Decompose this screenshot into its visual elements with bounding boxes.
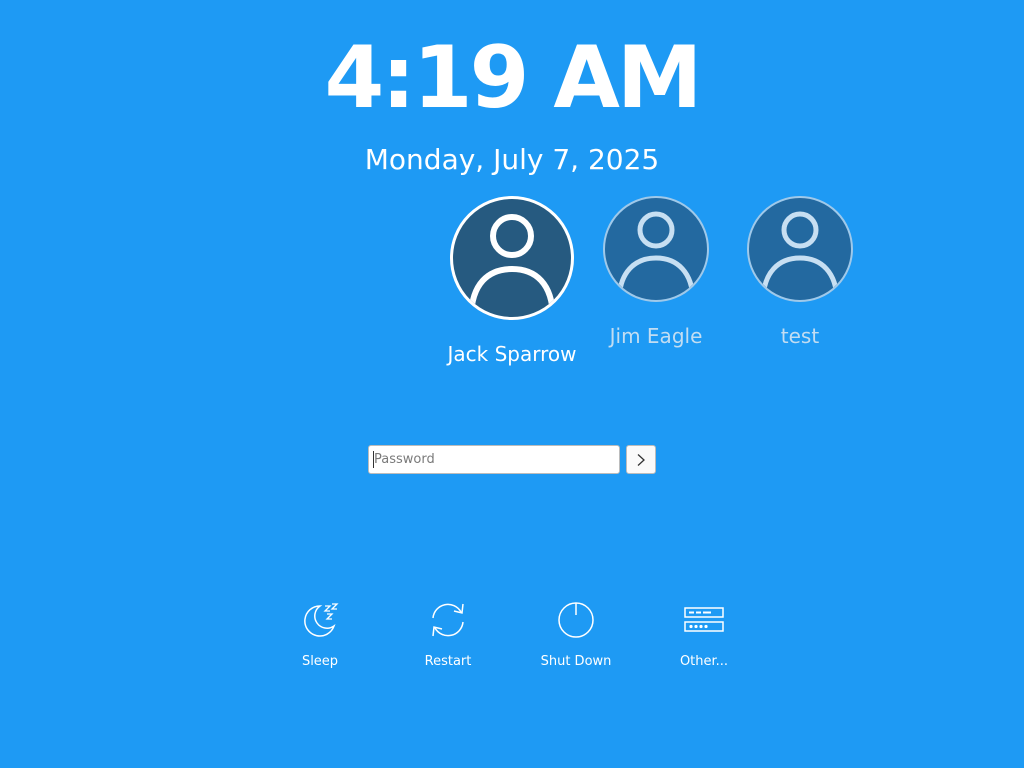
user-name: Jack Sparrow bbox=[447, 342, 577, 366]
shut-down-label: Shut Down bbox=[540, 654, 612, 669]
sleep-icon bbox=[304, 603, 339, 637]
user-test[interactable]: test bbox=[735, 196, 865, 348]
other-options-icon bbox=[684, 607, 724, 632]
clock-time: 4:19 AM bbox=[324, 28, 703, 128]
power-icon bbox=[558, 602, 594, 638]
shut-down-button[interactable]: Shut Down bbox=[526, 598, 626, 669]
sleep-button[interactable]: Sleep bbox=[270, 598, 370, 669]
restart-icon bbox=[432, 603, 464, 637]
restart-button[interactable]: Restart bbox=[398, 598, 498, 669]
chevron-right-icon bbox=[637, 453, 645, 466]
password-input[interactable] bbox=[368, 445, 620, 474]
clock-date: Monday, July 7, 2025 bbox=[364, 143, 660, 176]
login-submit-button[interactable] bbox=[626, 445, 656, 474]
sleep-label: Sleep bbox=[301, 654, 339, 669]
user-avatar-icon bbox=[603, 196, 709, 302]
user-name: test bbox=[780, 324, 820, 348]
user-jack-sparrow[interactable]: Jack Sparrow bbox=[436, 196, 588, 366]
other-options-button[interactable]: Other... bbox=[654, 598, 754, 669]
user-jim-eagle[interactable]: Jim Eagle bbox=[591, 196, 721, 348]
user-avatar-icon bbox=[450, 196, 574, 320]
text-caret bbox=[373, 451, 374, 468]
restart-label: Restart bbox=[424, 654, 472, 669]
user-name: Jim Eagle bbox=[609, 324, 703, 348]
other-options-label: Other... bbox=[679, 654, 729, 669]
user-avatar-icon bbox=[747, 196, 853, 302]
